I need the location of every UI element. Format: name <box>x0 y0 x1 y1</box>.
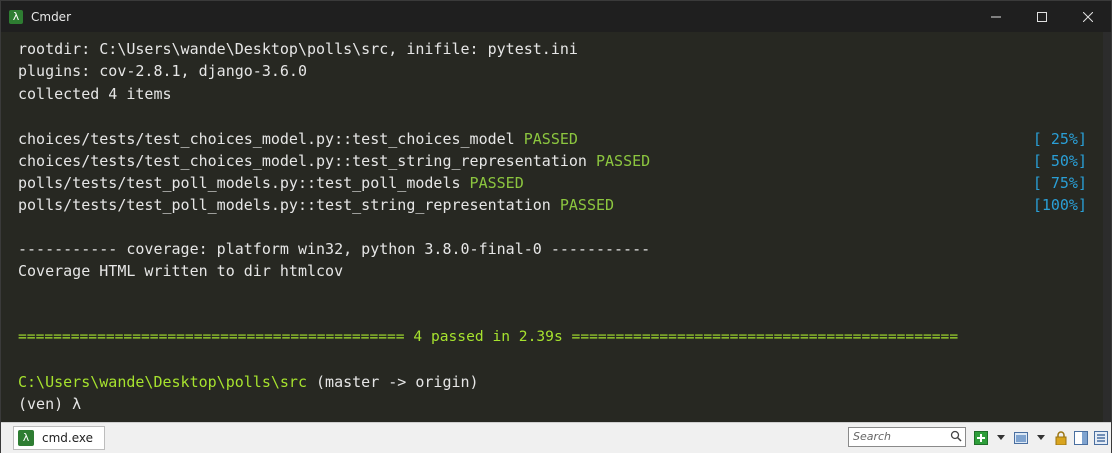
test-result-row: choices/tests/test_choices_model.py::tes… <box>18 128 578 150</box>
layout-icon[interactable] <box>1013 430 1029 446</box>
test-status: PASSED <box>595 152 651 170</box>
console-tab[interactable]: λ cmd.exe <box>13 426 105 450</box>
new-console-icon[interactable] <box>973 430 989 446</box>
minimize-button[interactable] <box>973 1 1019 32</box>
window-title: Cmder <box>31 9 72 24</box>
prompt-input-line[interactable]: (ven) λ <box>18 393 81 415</box>
test-progress: [ 75%] <box>1032 174 1087 192</box>
search-input[interactable]: Search <box>848 427 966 447</box>
title-bar[interactable]: λ Cmder <box>1 1 1111 32</box>
close-icon <box>1083 11 1093 22</box>
prompt-branch: (master -> origin) <box>306 373 479 391</box>
test-status: PASSED <box>559 196 615 214</box>
status-bar: λ cmd.exe Search <box>1 422 1111 453</box>
test-progress: [100%] <box>1032 196 1087 214</box>
minimize-icon <box>991 16 1001 17</box>
prompt-path: C:\Users\wande\Desktop\polls\src <box>18 373 307 391</box>
coverage-written-line: Coverage HTML written to dir htmlcov <box>18 262 344 280</box>
test-result-row: choices/tests/test_choices_model.py::tes… <box>18 150 650 172</box>
test-progress: [ 50%] <box>1032 152 1087 170</box>
plugins-line: plugins: cov-2.8.1, django-3.6.0 <box>18 62 307 80</box>
menu-icon[interactable] <box>1093 430 1109 446</box>
test-status: PASSED <box>469 174 524 192</box>
collected-line: collected 4 items <box>18 85 172 103</box>
coverage-header: ----------- coverage: platform win32, py… <box>18 240 651 258</box>
test-name: polls/tests/test_poll_models.py::test_st… <box>18 196 551 214</box>
prompt-line: C:\Users\wande\Desktop\polls\src (master… <box>18 371 479 393</box>
window-controls <box>973 1 1111 32</box>
test-name: choices/tests/test_choices_model.py::tes… <box>18 130 515 148</box>
scrollbar[interactable] <box>1103 32 1111 422</box>
lambda-app-icon: λ <box>9 9 23 24</box>
cmder-window: λ Cmder rootdir: C:\Users\wande\Desktop\… <box>0 0 1112 453</box>
maximize-button[interactable] <box>1019 1 1065 32</box>
lock-icon[interactable] <box>1053 430 1069 446</box>
close-button[interactable] <box>1065 1 1111 32</box>
rootdir-line: rootdir: C:\Users\wande\Desktop\polls\sr… <box>18 40 578 58</box>
test-name: choices/tests/test_choices_model.py::tes… <box>18 152 587 170</box>
chevron-down-icon[interactable] <box>993 430 1009 446</box>
test-result-row: polls/tests/test_poll_models.py::test_po… <box>18 172 524 194</box>
summary-line: ========================================… <box>18 328 959 345</box>
search-icon <box>950 430 962 442</box>
test-name: polls/tests/test_poll_models.py::test_po… <box>18 174 461 192</box>
test-result-row: polls/tests/test_poll_models.py::test_st… <box>18 194 614 216</box>
chevron-down-icon[interactable] <box>1033 430 1049 446</box>
lambda-tab-icon: λ <box>18 430 34 446</box>
terminal-output[interactable]: rootdir: C:\Users\wande\Desktop\polls\sr… <box>1 32 1111 422</box>
split-view-icon[interactable] <box>1073 430 1089 446</box>
status-icons <box>973 428 1109 448</box>
test-status: PASSED <box>523 130 578 148</box>
maximize-icon <box>1037 11 1047 22</box>
test-progress: [ 25%] <box>1032 130 1087 148</box>
tab-label: cmd.exe <box>42 431 94 445</box>
search-placeholder: Search <box>853 430 892 443</box>
